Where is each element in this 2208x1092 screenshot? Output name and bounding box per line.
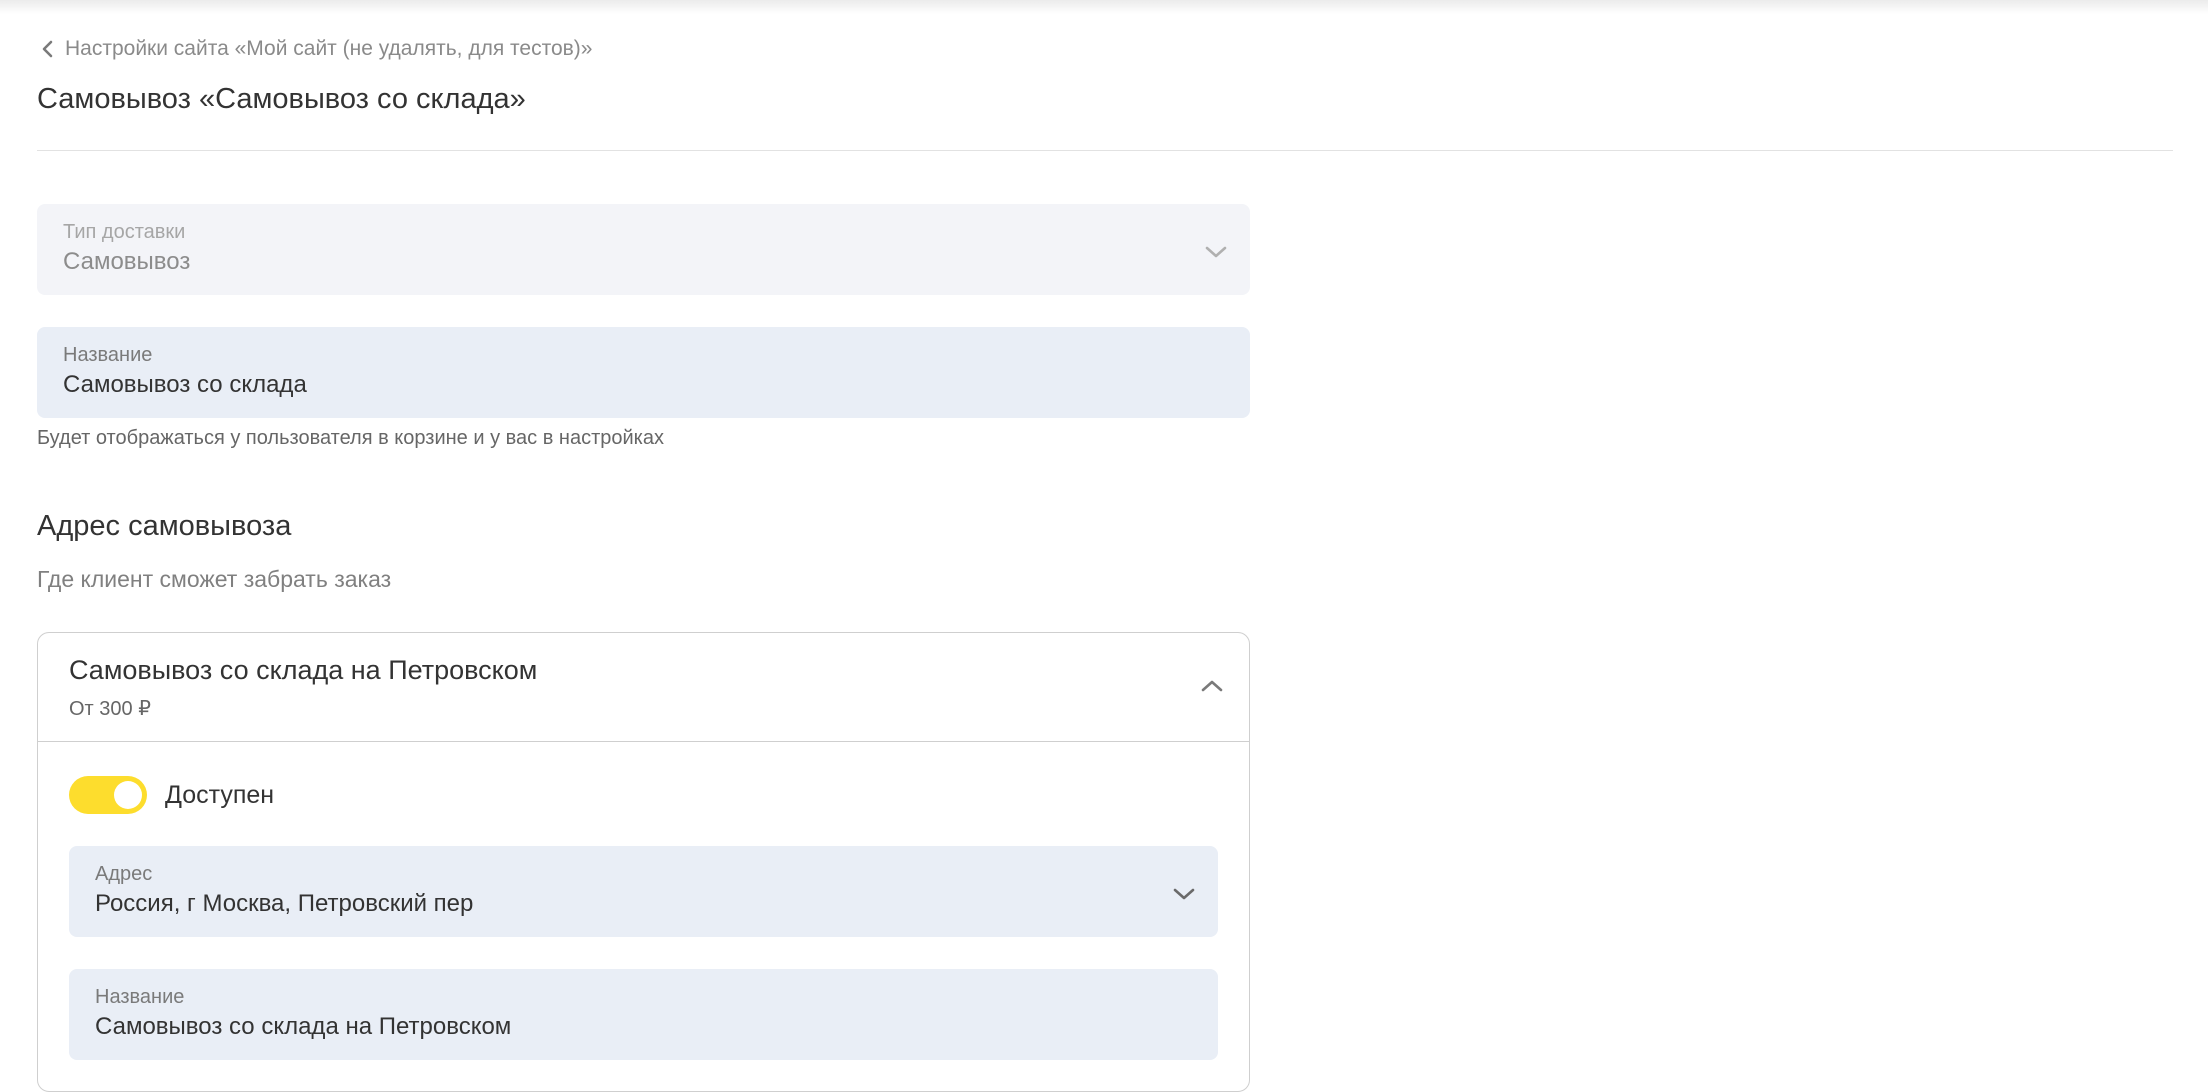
delivery-type-value: Самовывоз xyxy=(63,248,191,275)
chevron-left-icon xyxy=(37,38,59,60)
delivery-type-label: Тип доставки xyxy=(63,221,186,243)
name-hint: Будет отображаться у пользователя в корз… xyxy=(37,427,664,449)
pickup-name-value: Самовывоз со склада на Петровском xyxy=(95,1013,512,1040)
breadcrumb-label: Настройки сайта «Мой сайт (не удалять, д… xyxy=(65,37,593,60)
address-select[interactable]: Адрес Россия, г Москва, Петровский пер xyxy=(69,846,1218,937)
pickup-card-header[interactable]: Самовывоз со склада на Петровском От 300… xyxy=(38,633,1249,742)
breadcrumb-back-link[interactable]: Настройки сайта «Мой сайт (не удалять, д… xyxy=(37,34,592,64)
pickup-section-subtitle: Где клиент сможет забрать заказ xyxy=(37,566,392,592)
availability-label: Доступен xyxy=(165,780,275,809)
chevron-down-icon xyxy=(1204,240,1228,264)
pickup-name-label: Название xyxy=(95,986,185,1008)
chevron-down-icon xyxy=(1172,882,1196,906)
address-label: Адрес xyxy=(95,863,153,885)
header-divider xyxy=(37,150,2173,151)
pickup-point-card: Самовывоз со склада на Петровском От 300… xyxy=(37,632,1250,1092)
availability-toggle[interactable] xyxy=(69,776,147,814)
availability-row: Доступен xyxy=(69,775,274,815)
settings-page: Настройки сайта «Мой сайт (не удалять, д… xyxy=(37,0,2173,1092)
name-label: Название xyxy=(63,344,153,366)
pickup-card-title: Самовывоз со склада на Петровском xyxy=(69,655,538,685)
toggle-knob xyxy=(114,781,142,809)
page-title: Самовывоз «Самовывоз со склада» xyxy=(37,83,526,115)
chevron-up-icon[interactable] xyxy=(1199,673,1225,699)
address-value: Россия, г Москва, Петровский пер xyxy=(95,890,474,917)
delivery-type-select[interactable]: Тип доставки Самовывоз xyxy=(37,204,1250,295)
name-value: Самовывоз со склада xyxy=(63,371,307,398)
pickup-section-title: Адрес самовывоза xyxy=(37,510,292,542)
pickup-name-input[interactable]: Название Самовывоз со склада на Петровск… xyxy=(69,969,1218,1060)
name-input[interactable]: Название Самовывоз со склада xyxy=(37,327,1250,418)
pickup-card-price: От 300 ₽ xyxy=(69,698,151,720)
